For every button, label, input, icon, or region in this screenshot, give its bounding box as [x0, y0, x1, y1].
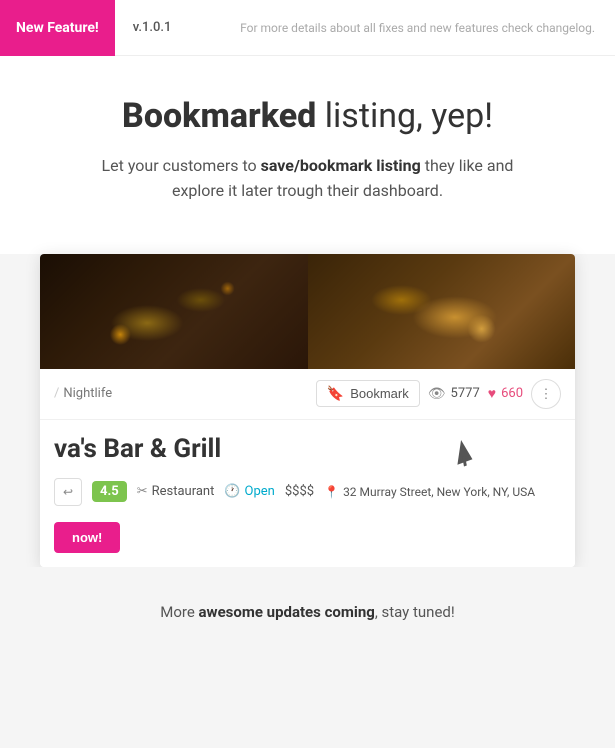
food-image-right	[308, 254, 576, 369]
likes-count: 660	[501, 386, 523, 401]
bookmark-icon: 🔖	[327, 385, 344, 402]
share-icon: ⋮	[540, 386, 553, 402]
price-tag: $$$$	[285, 484, 314, 499]
card-preview: / Nightlife 🔖 Bookmark 👁 5777 ♥ 660 ⋮ va…	[40, 254, 575, 567]
changelog-text: For more details about all fixes and new…	[240, 21, 595, 35]
footer-text-bold: awesome updates coming	[199, 603, 375, 621]
breadcrumb-separator: /	[54, 386, 59, 401]
hero-title: Bookmarked listing, yep!	[40, 96, 575, 137]
card-title-row: va's Bar & Grill	[40, 420, 575, 470]
food-image-left-art	[40, 254, 308, 369]
bookmark-button[interactable]: 🔖 Bookmark	[316, 380, 420, 407]
address-text: 32 Murray Street, New York, NY, USA	[343, 485, 535, 499]
version-text: v.1.0.1	[133, 20, 172, 35]
card-meta-row: / Nightlife 🔖 Bookmark 👁 5777 ♥ 660 ⋮	[40, 369, 575, 420]
category-tag: ✂ Restaurant	[137, 484, 215, 499]
views-badge: 👁 5777	[428, 386, 480, 402]
hero-title-bold: Bookmarked	[122, 96, 316, 136]
location-tag: 📍 32 Murray Street, New York, NY, USA	[324, 485, 535, 499]
listing-title: va's Bar & Grill	[54, 434, 221, 464]
new-feature-badge[interactable]: New Feature!	[0, 0, 115, 56]
card-actions: 🔖 Bookmark 👁 5777 ♥ 660 ⋮	[316, 379, 561, 409]
back-button[interactable]: ↩	[54, 478, 82, 506]
card-action-row: now!	[40, 514, 575, 567]
book-now-button[interactable]: now!	[54, 522, 120, 553]
breadcrumb: / Nightlife	[54, 386, 112, 401]
clock-icon: 🕐	[224, 484, 240, 499]
hero-subtitle: Let your customers to save/bookmark list…	[78, 153, 538, 204]
back-icon: ↩	[63, 485, 73, 499]
card-details-row: ↩ 4.5 ✂ Restaurant 🕐 Open $$$$ 📍 32 Murr…	[40, 470, 575, 514]
images-strip	[40, 254, 575, 369]
breadcrumb-nightlife: Nightlife	[63, 386, 112, 401]
eye-icon: 👁	[428, 386, 446, 402]
footer-text-plain1: More	[160, 603, 198, 621]
hero-title-rest: listing, yep!	[316, 96, 493, 136]
food-image-left	[40, 254, 308, 369]
bottom-text: More awesome updates coming, stay tuned!	[0, 567, 615, 651]
views-count: 5777	[451, 386, 480, 401]
likes-badge: ♥ 660	[488, 385, 523, 402]
food-image-right-art	[308, 254, 576, 369]
top-bar: New Feature! v.1.0.1 For more details ab…	[0, 0, 615, 56]
fork-icon: ✂	[137, 484, 148, 499]
category-label: Restaurant	[152, 484, 215, 499]
footer-text-plain2: , stay tuned!	[375, 603, 455, 621]
cursor-indicator	[455, 440, 475, 466]
rating-badge: 4.5	[92, 481, 127, 502]
share-button[interactable]: ⋮	[531, 379, 561, 409]
heart-icon: ♥	[488, 385, 496, 402]
status-open: 🕐 Open	[224, 484, 275, 499]
bookmark-label: Bookmark	[350, 386, 409, 401]
hero-subtitle-plain1: Let your customers to	[102, 156, 261, 175]
hero-section: Bookmarked listing, yep! Let your custom…	[0, 56, 615, 254]
hero-subtitle-bold: save/bookmark listing	[261, 156, 421, 175]
pin-icon: 📍	[324, 485, 339, 499]
status-label: Open	[245, 484, 275, 499]
